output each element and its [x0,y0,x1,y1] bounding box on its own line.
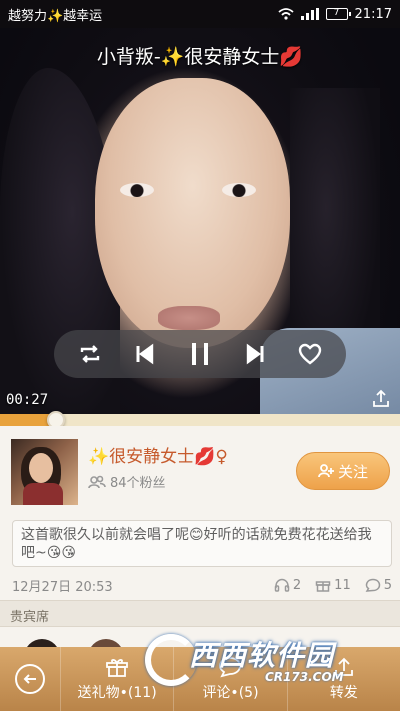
avatar[interactable] [11,439,78,505]
add-user-icon [318,464,334,478]
back-arrow-icon [23,674,36,684]
comment-icon [219,657,242,678]
post-meta: 12月27日 20:53 2 11 5 [12,576,392,595]
back-button[interactable] [0,647,60,711]
gift-stat: 11 [315,578,351,593]
gift-icon [315,581,331,592]
comment-stat: 5 [365,578,392,593]
status-bar: 越努力✨越幸运 7 21:17 [0,0,400,28]
battery-icon: 7 [325,8,351,20]
fans-count[interactable]: 84个粉丝 [88,472,166,491]
heart-icon[interactable] [290,334,330,374]
send-gift-label: 送礼物•(11) [77,685,157,701]
gift-icon [106,659,129,677]
guest-list [0,627,400,675]
progress-bar[interactable] [0,411,400,429]
wifi-icon [277,8,294,20]
follow-label: 关注 [337,462,368,481]
user-panel: ✨很安静女士💋♀ 84个粉丝 关注 这首歌很久以前就会唱了呢😊好听的话就免费花花… [0,426,400,600]
headphones-icon [274,578,290,592]
clock: 21:17 [354,6,392,22]
listen-stat: 2 [274,578,301,593]
bottom-toolbar: 送礼物•(11) 评论•(5) 转发 [0,647,400,711]
follow-button[interactable]: 关注 [296,452,390,490]
repost-button[interactable]: 转发 [286,647,400,711]
elapsed-time: 00:27 [6,392,49,408]
pause-icon[interactable] [180,334,220,374]
comment-icon [365,578,380,592]
post-date: 12月27日 20:53 [12,579,113,595]
repeat-icon[interactable] [70,334,110,374]
player-controls [54,330,346,378]
fans-label: 84个粉丝 [110,476,166,491]
share-icon[interactable] [370,388,392,410]
previous-icon[interactable] [125,334,165,374]
carrier-label: 越努力✨越幸运 [8,8,103,24]
repost-label: 转发 [329,685,358,701]
user-name[interactable]: ✨很安静女士💋♀ [88,442,228,467]
song-description: 这首歌很久以前就会唱了呢😊好听的话就免费花花送给我吧~😘😘 [12,520,392,567]
cover-photo: 小背叛-✨很安静女士💋 00:27 [0,28,400,414]
repost-icon [334,657,353,676]
send-gift-button[interactable]: 送礼物•(11) [60,647,173,711]
fans-icon [88,475,106,488]
signal-icon [300,8,319,20]
comment-label: 评论•(5) [202,685,259,701]
comment-button[interactable]: 评论•(5) [173,647,286,711]
song-title: 小背叛-✨很安静女士💋 [96,46,304,68]
guest-section-header: 贵宾席 [0,600,400,627]
next-icon[interactable] [235,334,275,374]
